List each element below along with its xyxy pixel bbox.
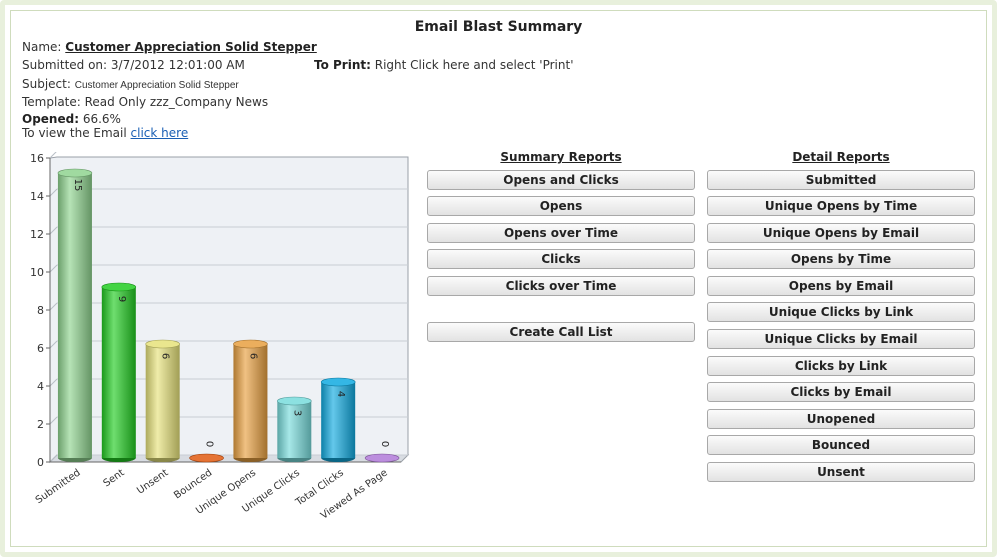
- unique-clicks-by-email-button[interactable]: Unique Clicks by Email: [707, 329, 975, 349]
- campaign-name: Customer Appreciation Solid Stepper: [65, 40, 317, 54]
- detail-reports-title: Detail Reports: [792, 150, 890, 164]
- print-text: Right Click here and select 'Print': [374, 58, 574, 72]
- bar-value-label: 0: [204, 441, 215, 447]
- clicks-by-email-button[interactable]: Clicks by Email: [707, 382, 975, 402]
- y-tick-label: 10: [30, 266, 44, 279]
- subject-label: Subject:: [22, 77, 71, 91]
- unique-opens-by-time-button[interactable]: Unique Opens by Time: [707, 196, 975, 216]
- subject-value: Customer Appreciation Solid Stepper: [74, 80, 239, 91]
- y-tick-label: 12: [30, 228, 44, 241]
- print-tip[interactable]: To Print: Right Click here and select 'P…: [314, 58, 574, 72]
- opens-button[interactable]: Opens: [427, 196, 695, 216]
- opened-label: Opened:: [22, 112, 79, 126]
- bar-top: [101, 282, 137, 292]
- bar-top: [57, 168, 93, 178]
- bar-unique-opens: [233, 344, 268, 458]
- clicks-by-link-button[interactable]: Clicks by Link: [707, 356, 975, 376]
- bar-submitted: [57, 173, 92, 458]
- y-tick-label: 8: [37, 304, 44, 317]
- clicks-over-time-button[interactable]: Clicks over Time: [427, 276, 695, 296]
- create-call-list-button[interactable]: Create Call List: [427, 322, 695, 342]
- bar-value-label: 15: [72, 179, 83, 192]
- submitted-line: Submitted on: 3/7/2012 12:01:00 AM: [22, 58, 245, 72]
- bar-value-label: 4: [335, 391, 346, 397]
- clicks-button[interactable]: Clicks: [427, 249, 695, 269]
- name-label: Name:: [22, 40, 62, 54]
- submitted-button[interactable]: Submitted: [707, 170, 975, 190]
- unique-opens-by-email-button[interactable]: Unique Opens by Email: [707, 223, 975, 243]
- bar-value-label: 6: [160, 353, 171, 359]
- opens-over-time-button[interactable]: Opens over Time: [427, 223, 695, 243]
- view-email-text: To view the Email: [22, 126, 127, 140]
- template-line: Template: Read Only zzz_Company News: [22, 95, 269, 109]
- bar-top: [277, 396, 312, 406]
- y-tick-label: 4: [37, 380, 44, 393]
- page-title: Email Blast Summary: [414, 19, 583, 35]
- bar-top: [145, 339, 180, 349]
- bar-top: [233, 339, 268, 349]
- y-tick-label: 2: [37, 418, 44, 431]
- y-tick-label: 14: [30, 190, 44, 203]
- bar-value-label: 6: [247, 353, 258, 359]
- subject-line: Subject: Customer Appreciation Solid Ste…: [22, 77, 239, 91]
- x-tick-label: Submitted: [34, 467, 83, 506]
- bar-top: [189, 453, 224, 463]
- y-tick-label: 0: [37, 456, 44, 469]
- x-tick-label: Sent: [102, 467, 127, 489]
- unopened-button[interactable]: Unopened: [707, 409, 975, 429]
- opened-line: Opened: 66.6%: [22, 112, 121, 126]
- email-stats-chart: 0 2 4 6 8 10 12 14 16 15 Submitted 9 Sent 6 Unsent 0 Bou…: [30, 152, 410, 522]
- summary-reports-title: Summary Reports: [500, 150, 622, 164]
- opens-and-clicks-button[interactable]: Opens and Clicks: [427, 170, 695, 190]
- unsent-button[interactable]: Unsent: [707, 462, 975, 482]
- bar-top: [364, 453, 400, 463]
- x-tick-label: Unsent: [135, 467, 170, 496]
- bar-value-label: 3: [291, 410, 302, 416]
- print-label: To Print:: [314, 58, 371, 72]
- opened-value: 66.6%: [82, 112, 121, 126]
- opens-by-email-button[interactable]: Opens by Email: [707, 276, 975, 296]
- y-tick-label: 6: [37, 342, 44, 355]
- bar-value-label: 0: [379, 441, 390, 447]
- unique-clicks-by-link-button[interactable]: Unique Clicks by Link: [707, 302, 975, 322]
- view-email-line: To view the Email click here: [22, 126, 188, 140]
- bounced-button[interactable]: Bounced: [707, 435, 975, 455]
- bar-unsent: [145, 344, 180, 458]
- opens-by-time-button[interactable]: Opens by Time: [707, 249, 975, 269]
- x-tick-label: Bounced: [172, 467, 214, 501]
- bar-value-label: 9: [116, 296, 127, 302]
- view-email-link[interactable]: click here: [131, 126, 189, 140]
- bar-sent: [101, 287, 136, 458]
- bar-top: [320, 377, 356, 387]
- name-line: Name: Customer Appreciation Solid Steppe…: [22, 40, 317, 54]
- y-tick-label: 16: [30, 152, 44, 165]
